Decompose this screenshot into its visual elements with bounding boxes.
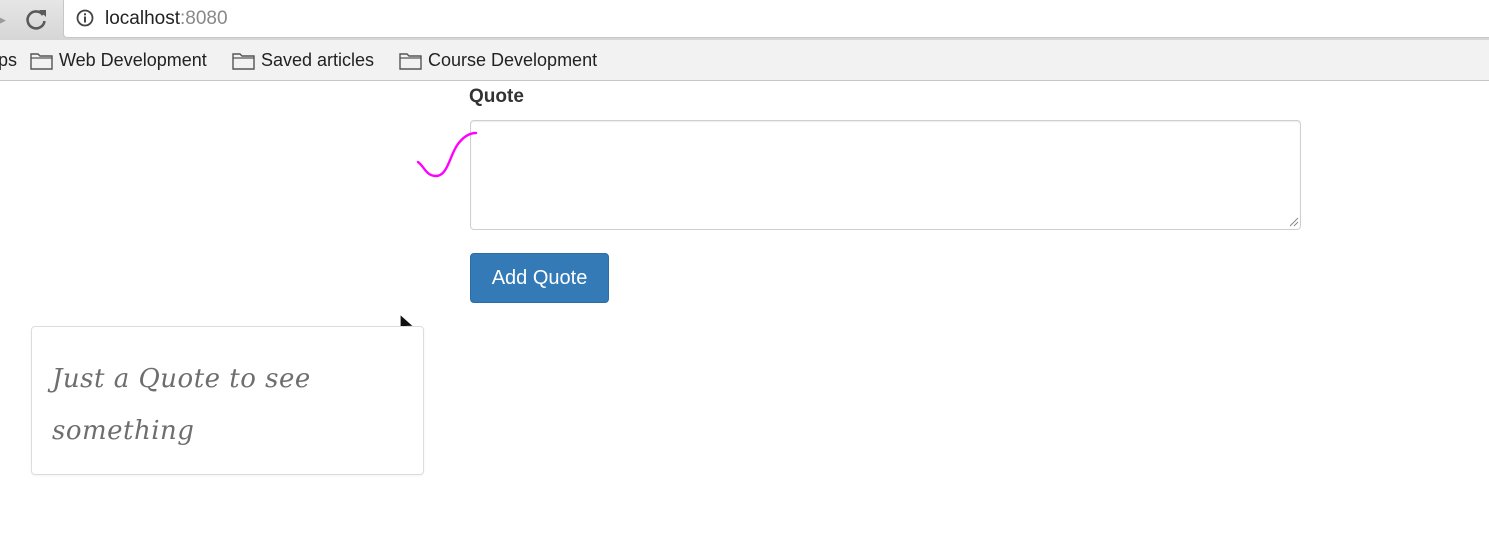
quote-field-label: Quote bbox=[469, 86, 524, 107]
folder-icon bbox=[232, 53, 255, 70]
folder-icon bbox=[399, 53, 422, 70]
address-bar[interactable]: localhost:8080 bbox=[63, 0, 1489, 38]
reload-icon[interactable] bbox=[22, 6, 50, 34]
bookmark-label: Saved articles bbox=[261, 50, 375, 70]
browser-toolbar: ▶ localhost:8080 bbox=[0, 0, 1489, 40]
forward-arrow-icon[interactable]: ▶ bbox=[0, 12, 6, 28]
bookmark-label: Web Development bbox=[59, 50, 207, 70]
bookmarks-bar: ps Web Development Saved articles Course… bbox=[0, 40, 1489, 81]
resize-grip-icon[interactable] bbox=[1289, 217, 1299, 227]
url-port: :8080 bbox=[180, 8, 228, 29]
bookmark-apps-partial[interactable]: ps bbox=[0, 50, 17, 71]
add-quote-button[interactable]: Add Quote bbox=[470, 253, 609, 303]
bookmark-label: Course Development bbox=[428, 50, 598, 70]
quote-card[interactable]: Just a Quote to see something bbox=[31, 326, 424, 475]
folder-icon bbox=[30, 53, 53, 70]
annotation-checkmark-icon bbox=[416, 131, 478, 178]
quote-textarea[interactable] bbox=[470, 120, 1301, 230]
quote-text: Just a Quote to see something bbox=[52, 364, 311, 446]
url-text[interactable]: localhost:8080 bbox=[105, 8, 228, 30]
url-host: localhost bbox=[105, 8, 180, 29]
info-icon[interactable] bbox=[76, 9, 94, 27]
